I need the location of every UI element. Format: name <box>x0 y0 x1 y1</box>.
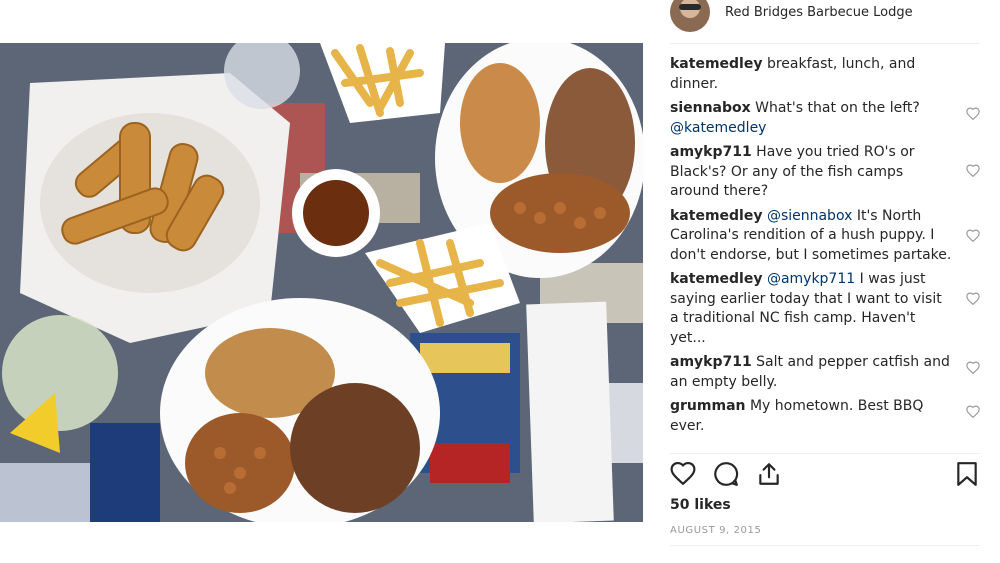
comment: amykp711 Salt and pepper catfish and an … <box>670 353 980 392</box>
comment-text: What's that on the left? <box>755 100 920 116</box>
comment-like-icon[interactable] <box>966 292 980 305</box>
comment: siennabox What's that on the left? @kate… <box>670 99 980 138</box>
divider <box>670 43 980 44</box>
comment-username[interactable]: grumman <box>670 398 745 414</box>
comment: katemedley breakfast, lunch, and dinner. <box>670 55 980 94</box>
comment-like-icon[interactable] <box>966 164 980 177</box>
comment-icon[interactable] <box>713 461 739 487</box>
post-sidebar: Red Bridges Barbecue Lodge katemedley br… <box>670 0 980 563</box>
post-actions <box>670 461 980 489</box>
comment: amykp711 Have you tried RO's or Black's?… <box>670 143 980 202</box>
comment-username[interactable]: katemedley <box>670 56 762 72</box>
post-header: Red Bridges Barbecue Lodge <box>670 0 913 32</box>
comment-username[interactable]: katemedley <box>670 208 762 224</box>
post-date: AUGUST 9, 2015 <box>670 525 762 536</box>
comment: katemedley @amykp711 I was just saying e… <box>670 270 980 348</box>
comment-mention[interactable]: @siennabox <box>767 208 852 224</box>
share-icon[interactable] <box>756 461 782 487</box>
divider <box>670 453 980 454</box>
food-photo-illustration <box>0 43 643 522</box>
comment-like-icon[interactable] <box>966 361 980 374</box>
comment-username[interactable]: katemedley <box>670 271 762 287</box>
comment: grumman My hometown. Best BBQ ever. <box>670 397 980 436</box>
divider <box>670 545 980 546</box>
like-count[interactable]: 50 likes <box>670 497 731 513</box>
comment-list: katemedley breakfast, lunch, and dinner.… <box>670 55 980 441</box>
heart-icon[interactable] <box>670 461 696 485</box>
comment-username[interactable]: amykp711 <box>670 354 752 370</box>
comment: katemedley @siennabox It's North Carolin… <box>670 207 980 266</box>
comment-like-icon[interactable] <box>966 107 980 120</box>
bookmark-icon[interactable] <box>956 461 978 487</box>
post-photo[interactable] <box>0 43 643 522</box>
comment-username[interactable]: siennabox <box>670 100 751 116</box>
avatar[interactable] <box>670 0 710 32</box>
account-name[interactable]: Red Bridges Barbecue Lodge <box>725 5 913 20</box>
comment-like-icon[interactable] <box>966 405 980 418</box>
comment-mention[interactable]: @katemedley <box>670 120 766 136</box>
comment-mention[interactable]: @amykp711 <box>767 271 855 287</box>
comment-like-icon[interactable] <box>966 229 980 242</box>
comment-username[interactable]: amykp711 <box>670 144 752 160</box>
